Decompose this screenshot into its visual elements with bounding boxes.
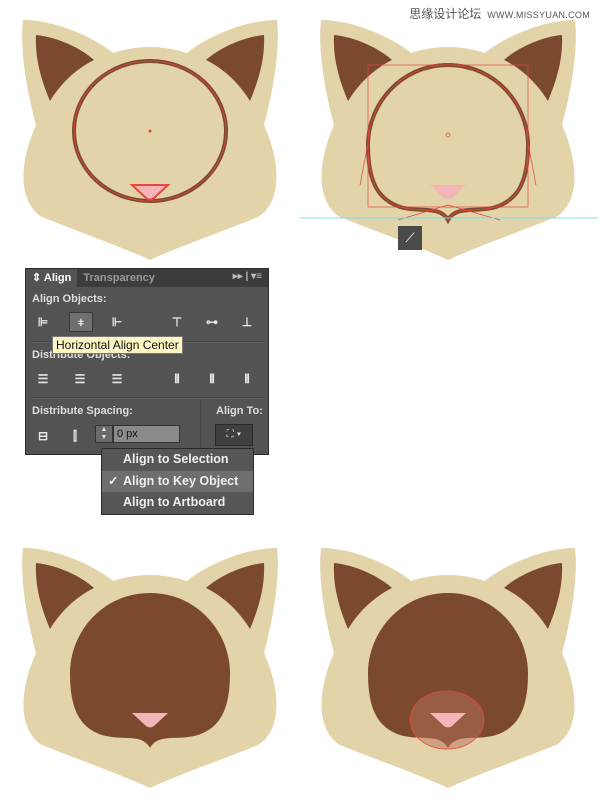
horizontal-distribute-left-button[interactable]: ⫴ [166, 370, 188, 388]
horizontal-align-left-button[interactable]: ⊫ [32, 313, 54, 331]
horizontal-distribute-center-button[interactable]: ⫴ [201, 370, 223, 388]
horizontal-align-center-button[interactable]: ⧧ [69, 312, 93, 332]
vertical-align-bottom-button[interactable]: ⊥ [236, 313, 258, 331]
watermark-url: WWW.MISSYUAN.COM [487, 10, 590, 20]
chevron-down-icon: ▾ [236, 429, 242, 440]
tab-align[interactable]: ⇕ Align [26, 269, 78, 287]
tutorial-canvas: 思缘设计论坛 WWW.MISSYUAN.COM ⟋ ⇕ Align Transpa… [0, 0, 600, 807]
cat-step-4 [320, 548, 576, 788]
tab-transparency[interactable]: Transparency [77, 269, 161, 287]
distribute-spacing-label: Distribute Spacing: [32, 405, 133, 417]
menu-item-align-to-artboard[interactable]: Align to Artboard [102, 492, 253, 514]
vertical-distribute-center-button[interactable]: ☰ [69, 370, 91, 388]
cat-step-2 [320, 20, 576, 260]
align-to-key-object-icon: ⛶ [226, 429, 234, 440]
horizontal-distribute-space-button[interactable]: ⫿ [64, 427, 86, 445]
divider [30, 397, 264, 399]
panel-menu-icon[interactable]: ▾≡ [251, 271, 262, 282]
panel-tabs: ⇕ Align Transparency ▸▸ | ▾≡ [26, 269, 268, 287]
divider [200, 400, 201, 452]
menu-item-align-to-key-object[interactable]: ✓ Align to Key Object [102, 470, 253, 493]
spacing-input[interactable]: 0 px [113, 425, 180, 443]
align-objects-label: Align Objects: [32, 293, 107, 305]
spacing-stepper[interactable]: ▲ ▼ [95, 425, 113, 443]
expand-icon[interactable]: ▸▸ [233, 271, 243, 282]
align-to-label: Align To: [216, 405, 263, 417]
checkmark-icon: ✓ [108, 473, 119, 488]
menu-item-align-to-selection[interactable]: Align to Selection [102, 449, 253, 471]
tooltip: Horizontal Align Center [52, 336, 183, 354]
direct-selection-cursor-icon: ⟋ [398, 226, 422, 250]
cat-step-3 [22, 548, 278, 788]
vertical-distribute-bottom-button[interactable]: ☰ [106, 370, 128, 388]
watermark-site-name: 思缘设计论坛 [409, 7, 482, 21]
horizontal-align-right-button[interactable]: ⊩ [106, 313, 128, 331]
align-to-dropdown[interactable]: ⛶ ▾ [215, 424, 253, 446]
vertical-distribute-space-button[interactable]: ⊟ [32, 427, 54, 445]
vertical-distribute-top-button[interactable]: ☰ [32, 370, 54, 388]
vertical-align-center-button[interactable]: ⊶ [201, 313, 223, 331]
horizontal-distribute-right-button[interactable]: ⫴ [236, 370, 258, 388]
watermark: 思缘设计论坛 WWW.MISSYUAN.COM [409, 5, 590, 22]
vertical-align-top-button[interactable]: ⊤ [166, 313, 188, 331]
cat-step-1 [22, 20, 278, 260]
align-to-menu: Align to Selection ✓ Align to Key Object … [101, 448, 254, 515]
